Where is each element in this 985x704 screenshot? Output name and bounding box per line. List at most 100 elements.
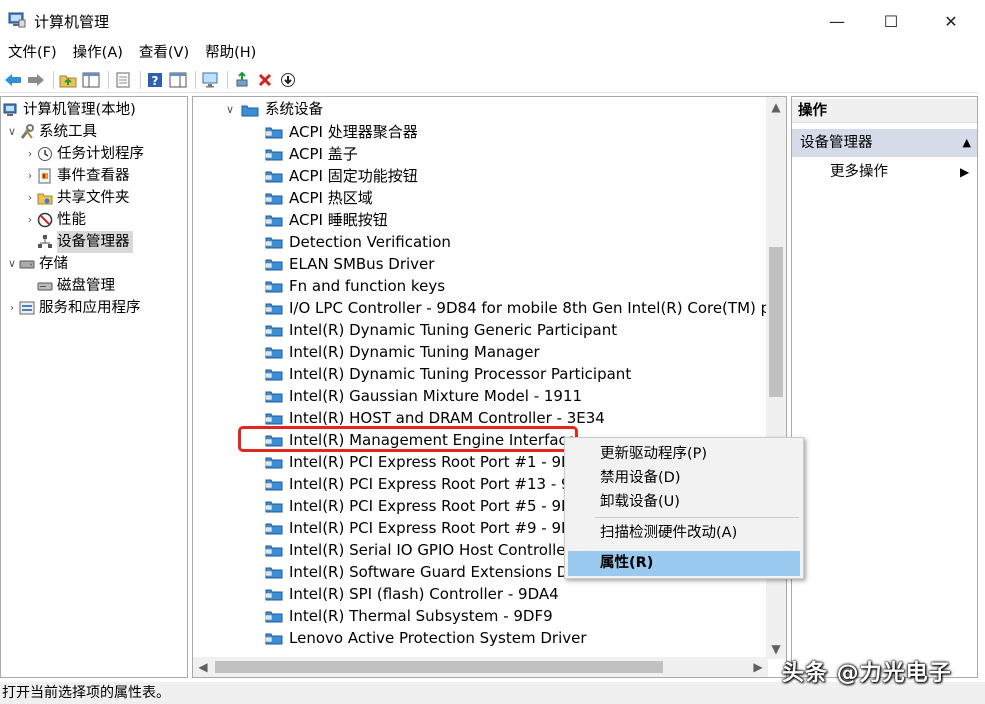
device-label: Lenovo Active Protection System Driver — [289, 629, 587, 647]
help-icon[interactable]: ? — [145, 70, 165, 90]
menu-view[interactable]: 查看(V) — [131, 42, 197, 66]
scroll-right-icon[interactable]: ▶ — [748, 657, 768, 677]
chevron-down-icon[interactable]: ∨ — [5, 253, 19, 275]
device-row[interactable]: Intel(R) Dynamic Tuning Generic Particip… — [265, 319, 617, 341]
toolbar-separator — [195, 70, 196, 89]
properties-icon[interactable] — [113, 70, 133, 90]
device-row[interactable]: Intel(R) Thermal Subsystem - 9DF9 — [265, 605, 553, 627]
show-hide-tree-icon[interactable] — [81, 70, 101, 90]
show-action-pane-icon[interactable] — [168, 70, 188, 90]
device-row[interactable]: Intel(R) PCI Express Root Port #13 - 9D — [265, 473, 582, 495]
title-bar: 计算机管理 — ☐ ✕ — [0, 0, 985, 42]
device-row[interactable]: ACPI 盖子 — [265, 143, 358, 165]
device-row[interactable]: ELAN SMBus Driver — [265, 253, 434, 275]
tree-item-storage[interactable]: ∨ 存储 — [5, 253, 68, 275]
chevron-right-icon[interactable]: › — [23, 187, 37, 209]
clock-icon — [38, 147, 52, 161]
device-row[interactable]: Intel(R) PCI Express Root Port #9 - 9DI — [265, 517, 577, 539]
category-system-devices[interactable]: ∨ 系统设备 — [223, 99, 323, 121]
device-row[interactable]: Fn and function keys — [265, 275, 445, 297]
device-row[interactable]: Intel(R) PCI Express Root Port #5 - 9DI — [265, 495, 577, 517]
device-icon — [265, 567, 283, 579]
tree-item-event-viewer[interactable]: › 事件查看器 — [23, 165, 130, 187]
context-menu-uninstall-device[interactable]: 卸载设备(U) — [600, 491, 680, 513]
tree-item-device-manager[interactable]: 设备管理器 — [23, 231, 133, 253]
horizontal-scrollbar[interactable]: ◀ ▶ — [193, 657, 768, 677]
context-menu-properties[interactable]: 属性(R) — [600, 552, 653, 574]
chevron-down-icon[interactable]: ∨ — [223, 99, 237, 121]
device-icon — [265, 545, 283, 557]
chevron-right-icon[interactable]: › — [23, 143, 37, 165]
window-title: 计算机管理 — [34, 13, 110, 31]
device-label: Intel(R) Dynamic Tuning Manager — [289, 343, 540, 361]
toolbar: ? — [0, 67, 978, 93]
context-menu-update-driver[interactable]: 更新驱动程序(P) — [600, 443, 707, 465]
toolbar-separator — [227, 70, 228, 89]
tree-item-task-scheduler[interactable]: › 任务计划程序 — [23, 143, 144, 165]
device-row[interactable]: Intel(R) Dynamic Tuning Manager — [265, 341, 540, 363]
monitor-icon[interactable] — [200, 70, 220, 90]
back-icon[interactable] — [3, 70, 23, 90]
context-menu-scan-hardware[interactable]: 扫描检测硬件改动(A) — [600, 522, 737, 544]
device-row[interactable]: ACPI 处理器聚合器 — [265, 121, 418, 143]
chevron-down-icon[interactable]: ∨ — [5, 121, 19, 143]
watermark: 头条 @力光电子 — [782, 661, 952, 686]
up-folder-icon[interactable] — [58, 70, 78, 90]
device-row[interactable]: I/O LPC Controller - 9D84 for mobile 8th… — [265, 297, 776, 319]
scroll-left-icon[interactable]: ◀ — [193, 657, 213, 677]
device-row[interactable]: Intel(R) Software Guard Extensions De — [265, 561, 578, 583]
tools-icon — [20, 124, 34, 139]
performance-icon — [37, 212, 53, 228]
tree-item-label: 共享文件夹 — [57, 190, 130, 206]
menu-action[interactable]: 操作(A) — [65, 42, 131, 66]
forward-icon[interactable] — [26, 70, 46, 90]
tree-root[interactable]: 计算机管理(本地) — [3, 99, 136, 121]
collapse-up-icon[interactable]: ▲ — [963, 129, 971, 157]
computer-management-icon — [8, 12, 26, 28]
vertical-scroll-thumb[interactable] — [769, 247, 783, 397]
update-driver-icon[interactable] — [232, 70, 252, 90]
tree-item-label: 磁盘管理 — [57, 278, 115, 294]
device-row[interactable]: Intel(R) Serial IO GPIO Host Controller — [265, 539, 572, 561]
device-row[interactable]: Intel(R) PCI Express Root Port #1 - 9DI — [265, 451, 577, 473]
device-row[interactable]: Intel(R) Dynamic Tuning Processor Partic… — [265, 363, 631, 385]
maximize-button[interactable]: ☐ — [862, 0, 920, 42]
device-manager-icon — [38, 235, 52, 248]
device-row[interactable]: ACPI 睡眠按钮 — [265, 209, 388, 231]
tree-item-label: 事件查看器 — [57, 168, 130, 184]
install-down-arrow-icon[interactable] — [278, 70, 298, 90]
device-row[interactable]: Intel(R) Gaussian Mixture Model - 1911 — [265, 385, 582, 407]
device-icon — [265, 589, 283, 601]
toolbar-separator — [53, 70, 54, 89]
device-row[interactable]: Intel(R) SPI (flash) Controller - 9DA4 — [265, 583, 559, 605]
tree-root-label: 计算机管理(本地) — [23, 102, 136, 118]
tree-item-services-apps[interactable]: › 服务和应用程序 — [5, 297, 141, 319]
device-row[interactable]: Detection Verification — [265, 231, 451, 253]
device-row[interactable]: ACPI 固定功能按钮 — [265, 165, 418, 187]
menu-help[interactable]: 帮助(H) — [197, 42, 264, 66]
scroll-up-icon[interactable]: ▲ — [766, 97, 786, 117]
tree-item-label: 存储 — [39, 256, 68, 272]
tree-item-performance[interactable]: › 性能 — [23, 209, 86, 231]
disk-icon — [37, 282, 53, 291]
context-menu-disable-device[interactable]: 禁用设备(D) — [600, 467, 680, 489]
horizontal-scroll-thumb[interactable] — [215, 661, 663, 673]
close-button[interactable]: ✕ — [922, 0, 980, 42]
tree-item-disk-management[interactable]: 磁盘管理 — [23, 275, 115, 297]
device-row[interactable]: ACPI 热区域 — [265, 187, 373, 209]
device-row[interactable]: Lenovo Active Protection System Driver — [265, 627, 587, 649]
navigation-tree-pane: 计算机管理(本地) ∨ 系统工具 › 任务计划程序 › 事件查看器 › 共享文件… — [0, 96, 188, 678]
menu-file[interactable]: 文件(F) — [0, 42, 65, 66]
actions-section-device-manager[interactable]: 设备管理器 ▲ — [792, 129, 977, 157]
uninstall-icon[interactable] — [255, 70, 275, 90]
device-label: Intel(R) Software Guard Extensions De — [289, 563, 578, 581]
tree-item-shared-folders[interactable]: › 共享文件夹 — [23, 187, 130, 209]
tree-item-system-tools[interactable]: ∨ 系统工具 — [5, 121, 97, 143]
storage-icon — [19, 260, 35, 269]
submenu-arrow-icon: ▶ — [960, 165, 970, 179]
minimize-button[interactable]: — — [808, 0, 866, 42]
chevron-right-icon[interactable]: › — [23, 165, 37, 187]
more-actions-item[interactable]: 更多操作 — [830, 161, 888, 183]
chevron-right-icon[interactable]: › — [23, 209, 37, 231]
chevron-right-icon[interactable]: › — [5, 297, 19, 319]
